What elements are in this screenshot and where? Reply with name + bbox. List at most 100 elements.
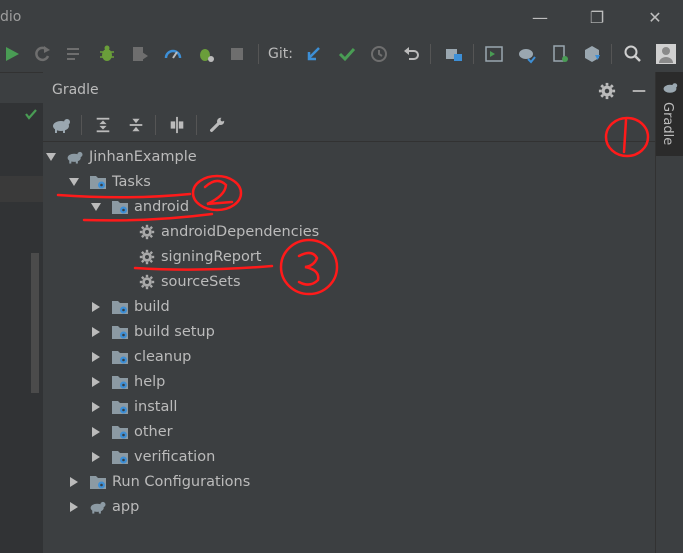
tree-node[interactable]: app	[69, 494, 139, 519]
hide-panel-icon[interactable]	[628, 80, 650, 102]
wrench-icon[interactable]	[205, 113, 229, 137]
folder-gear-icon	[111, 373, 129, 391]
tree-node-label: JinhanExample	[89, 148, 197, 165]
left-strip-header	[0, 73, 43, 103]
window-title: dio	[0, 9, 22, 25]
tree-node[interactable]: cleanup	[91, 344, 191, 369]
gear-icon	[138, 273, 156, 291]
tree-node[interactable]: Tasks	[69, 169, 151, 194]
gradle-panel-toolbar	[43, 109, 655, 142]
tree-node[interactable]: build setup	[91, 319, 215, 344]
run-icon[interactable]	[0, 42, 24, 66]
tree-node-label: app	[112, 498, 140, 515]
close-icon[interactable]: ✕	[640, 6, 670, 30]
gradle-elephant-icon	[89, 498, 107, 516]
toolbar-separator	[473, 44, 474, 64]
tree-node-label: Tasks	[112, 173, 151, 190]
tree-node[interactable]: build	[91, 294, 170, 319]
profiler-icon[interactable]	[161, 42, 185, 66]
left-strip-row	[0, 176, 43, 202]
panel-toolbar-separator	[81, 115, 82, 135]
collapse-all-icon[interactable]	[124, 113, 148, 137]
minimize-icon[interactable]: —	[525, 6, 555, 30]
tree-node[interactable]: android	[91, 194, 189, 219]
search-icon[interactable]	[621, 42, 645, 66]
toggle-offline-icon[interactable]	[165, 113, 189, 137]
folder-gear-icon	[89, 173, 107, 191]
sdk-manager-icon[interactable]	[580, 42, 604, 66]
folder-gear-icon	[111, 448, 129, 466]
tree-node[interactable]: signingReport	[138, 244, 261, 269]
gear-icon	[138, 223, 156, 241]
tree-node[interactable]: sourceSets	[138, 269, 241, 294]
panel-title: Gradle	[52, 82, 99, 98]
tree-node-label: androidDependencies	[161, 223, 320, 240]
right-tool-strip: Gradle	[655, 72, 683, 553]
tree-node[interactable]: JinhanExample	[46, 144, 197, 169]
tree-node[interactable]: help	[91, 369, 165, 394]
tree-node[interactable]: install	[91, 394, 177, 419]
left-editor-strip	[0, 73, 43, 553]
gradle-panel: Gradle JinhanExample Tasks android androidD…	[43, 72, 655, 553]
git-commit-icon[interactable]	[335, 42, 359, 66]
avatar[interactable]	[654, 42, 678, 66]
git-label: Git:	[268, 46, 293, 62]
tree-node[interactable]: Run Configurations	[69, 469, 250, 494]
expand-arrow-down-icon[interactable]	[91, 202, 101, 212]
tree-node-label: help	[134, 373, 166, 390]
settings-gear-icon[interactable]	[596, 80, 618, 102]
tree-node-label: verification	[134, 448, 216, 465]
toolbar-separator	[430, 44, 431, 64]
expand-arrow-right-icon[interactable]	[91, 426, 101, 437]
git-update-icon[interactable]	[302, 42, 326, 66]
tree-node-label: other	[134, 423, 173, 440]
folder-gear-icon	[111, 398, 129, 416]
tree-node-label: sourceSets	[161, 273, 241, 290]
left-scrollbar[interactable]	[31, 253, 39, 393]
expand-arrow-down-icon[interactable]	[46, 152, 56, 162]
rerun-icon[interactable]	[30, 42, 54, 66]
debug-icon[interactable]	[95, 42, 119, 66]
stop-icon[interactable]	[225, 42, 249, 66]
terminal-icon[interactable]	[482, 42, 506, 66]
expand-arrow-down-icon[interactable]	[69, 177, 79, 187]
gradle-side-tab[interactable]: Gradle	[656, 72, 683, 156]
toolbar-separator	[258, 44, 259, 64]
expand-arrow-right-icon[interactable]	[69, 501, 79, 512]
expand-arrow-right-icon[interactable]	[91, 401, 101, 412]
tree-node[interactable]: verification	[91, 444, 215, 469]
expand-arrow-right-icon[interactable]	[91, 351, 101, 362]
tree-node[interactable]: androidDependencies	[138, 219, 319, 244]
tree-node[interactable]: other	[91, 419, 173, 444]
check-icon	[24, 106, 38, 125]
title-bar: dio — ❐ ✕	[0, 0, 683, 36]
gradle-task-tree: JinhanExample Tasks android androidDependen…	[43, 142, 655, 553]
expand-arrow-right-icon[interactable]	[91, 376, 101, 387]
toolbar-separator	[611, 44, 612, 64]
expand-arrow-right-icon[interactable]	[91, 451, 101, 462]
git-rollback-icon[interactable]	[400, 42, 424, 66]
expand-all-icon[interactable]	[91, 113, 115, 137]
apply-changes-icon[interactable]	[194, 42, 218, 66]
folder-gear-icon	[111, 423, 129, 441]
attach-debugger-icon[interactable]	[128, 42, 152, 66]
tree-node-label: cleanup	[134, 348, 192, 365]
expand-arrow-right-icon[interactable]	[69, 476, 79, 487]
folder-gear-icon	[111, 348, 129, 366]
folder-gear-icon	[89, 473, 107, 491]
project-structure-icon[interactable]	[442, 42, 466, 66]
restore-icon[interactable]: ❐	[582, 6, 612, 30]
logcat-icon[interactable]	[62, 42, 86, 66]
git-history-icon[interactable]	[367, 42, 391, 66]
expand-arrow-right-icon[interactable]	[91, 301, 101, 312]
folder-gear-icon	[111, 323, 129, 341]
expand-arrow-right-icon[interactable]	[91, 326, 101, 337]
tree-node-label: install	[134, 398, 178, 415]
tree-node-label: build setup	[134, 323, 215, 340]
gradle-elephant-icon	[661, 80, 679, 100]
panel-toolbar-separator	[196, 115, 197, 135]
avd-manager-icon[interactable]	[548, 42, 572, 66]
refresh-gradle-icon[interactable]	[49, 113, 73, 137]
sync-gradle-icon[interactable]	[515, 42, 539, 66]
main-toolbar: Git:	[0, 36, 683, 73]
